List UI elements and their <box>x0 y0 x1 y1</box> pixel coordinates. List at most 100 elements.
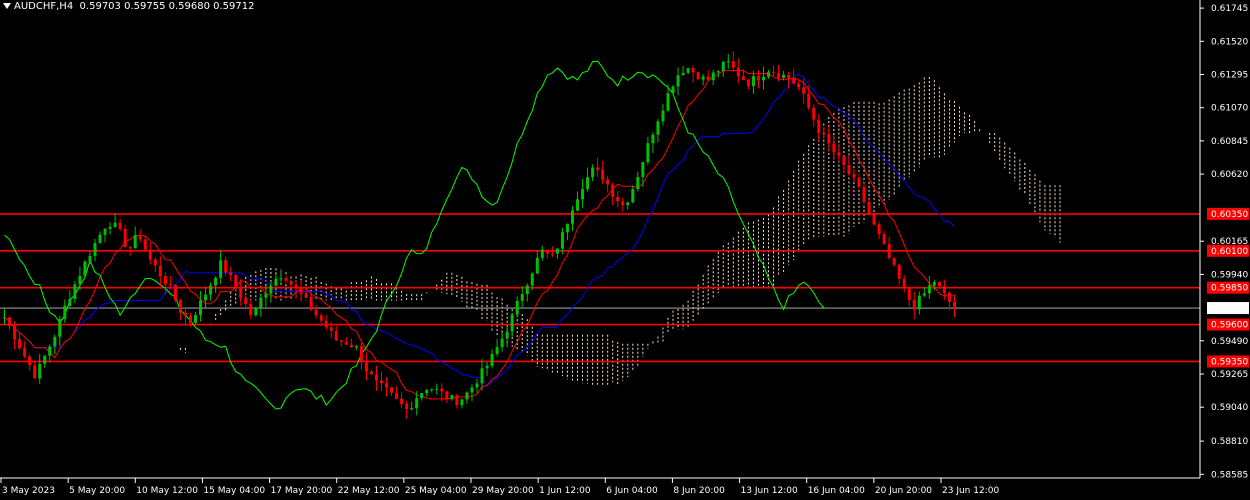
candle-body <box>631 189 635 203</box>
candle-body <box>777 73 781 78</box>
dropdown-triangle-icon[interactable] <box>3 3 11 9</box>
candle-body <box>797 83 801 88</box>
candle-body <box>324 320 328 328</box>
candle-body <box>646 143 650 163</box>
candle-body <box>158 265 162 277</box>
candle-body <box>98 234 102 244</box>
candle-body <box>264 293 268 298</box>
candle-body <box>339 340 343 342</box>
candle-body <box>430 389 434 391</box>
candle-body <box>425 390 429 394</box>
time-tick-label: 29 May 20:00 <box>472 486 534 496</box>
candle-body <box>626 202 630 206</box>
price-chart[interactable]: 0.61745 0.61520 0.61295 0.61070 0.60845 0.606… <box>0 0 1250 500</box>
candle-body <box>309 297 313 310</box>
candle-body <box>761 76 765 81</box>
candle-body <box>952 301 956 309</box>
candle-body <box>374 374 378 381</box>
candle-body <box>616 196 620 202</box>
candle-body <box>18 339 22 349</box>
level-price-label: 0.59600 <box>1211 321 1248 331</box>
candle-body <box>596 167 600 170</box>
kijun-sen-line <box>4 73 955 387</box>
candle-body <box>83 261 87 276</box>
candle-body <box>927 285 931 294</box>
candle-body <box>113 222 117 227</box>
time-tick-label: 25 May 04:00 <box>405 486 467 496</box>
candle-body <box>701 76 705 80</box>
candle-body <box>767 72 771 77</box>
symbol-label: AUDCHF,H4 <box>14 1 74 12</box>
candle-body <box>128 247 132 249</box>
ohlc-values: 0.59703 0.59755 0.59680 0.59712 <box>79 1 255 12</box>
indicator-lines <box>4 60 955 410</box>
candle-body <box>711 72 715 81</box>
candle-body <box>666 93 670 111</box>
candle-body <box>435 388 439 390</box>
candle-body <box>460 399 464 406</box>
candle-body <box>746 79 750 87</box>
candle-body <box>736 67 740 77</box>
candle-body <box>756 76 760 81</box>
candle-body <box>857 177 861 187</box>
candle-body <box>656 121 660 135</box>
candle-body <box>3 317 7 319</box>
ichimoku-cloud <box>179 76 1061 387</box>
candle-body <box>395 392 399 399</box>
candle-body <box>138 235 142 240</box>
candle-body <box>38 363 42 379</box>
candle-body <box>937 282 941 287</box>
candle-body <box>475 383 479 388</box>
price-tick-label: 0.58585 <box>1211 470 1248 480</box>
time-tick-label: 15 May 04:00 <box>203 486 265 496</box>
candle-body <box>178 300 182 313</box>
candle-body <box>319 315 323 321</box>
candle-body <box>269 285 273 294</box>
candle-body <box>249 304 253 316</box>
candle-body <box>877 224 881 235</box>
candle-body <box>817 119 821 133</box>
candle-body <box>862 186 866 202</box>
candle-body <box>33 365 37 379</box>
level-price-label: 0.60100 <box>1211 247 1248 257</box>
candle-body <box>148 249 152 260</box>
price-tick-label: 0.59265 <box>1211 370 1248 380</box>
candle-body <box>691 68 695 73</box>
candle-body <box>545 249 549 254</box>
tenkan-sen-line <box>4 70 955 400</box>
candle-body <box>43 355 47 364</box>
candle-body <box>173 284 177 301</box>
candle-body <box>410 408 414 410</box>
chart-window[interactable]: 0.61745 0.61520 0.61295 0.61070 0.60845 0.606… <box>0 0 1250 500</box>
candle-body <box>73 284 77 299</box>
candle-body <box>922 293 926 296</box>
candle-body <box>78 275 82 285</box>
candle-body <box>887 243 891 258</box>
candle-body <box>168 284 172 286</box>
candle-body <box>379 380 383 384</box>
candle-body <box>902 278 906 288</box>
candle-body <box>827 134 831 144</box>
candle-body <box>912 300 916 310</box>
candle-body <box>782 74 786 78</box>
candle-body <box>364 362 368 372</box>
candle-body <box>671 86 675 94</box>
candle-body <box>204 294 208 301</box>
candle-body <box>500 338 504 348</box>
candle-body <box>289 280 293 285</box>
candle-body <box>224 260 228 273</box>
candle-body <box>942 286 946 293</box>
candle-body <box>581 189 585 200</box>
horizontal-levels <box>0 213 1200 363</box>
candle-body <box>515 300 519 315</box>
candle-body <box>284 278 288 281</box>
candle-body <box>852 174 856 178</box>
candle-body <box>505 331 509 339</box>
candle-body <box>420 393 424 399</box>
candle-body <box>495 347 499 354</box>
candle-body <box>194 315 198 323</box>
candle-body <box>606 179 610 185</box>
candle-body <box>525 285 529 295</box>
candle-body <box>93 243 97 256</box>
axes: 0.61745 0.61520 0.61295 0.61070 0.60845 0.606… <box>0 0 1249 496</box>
